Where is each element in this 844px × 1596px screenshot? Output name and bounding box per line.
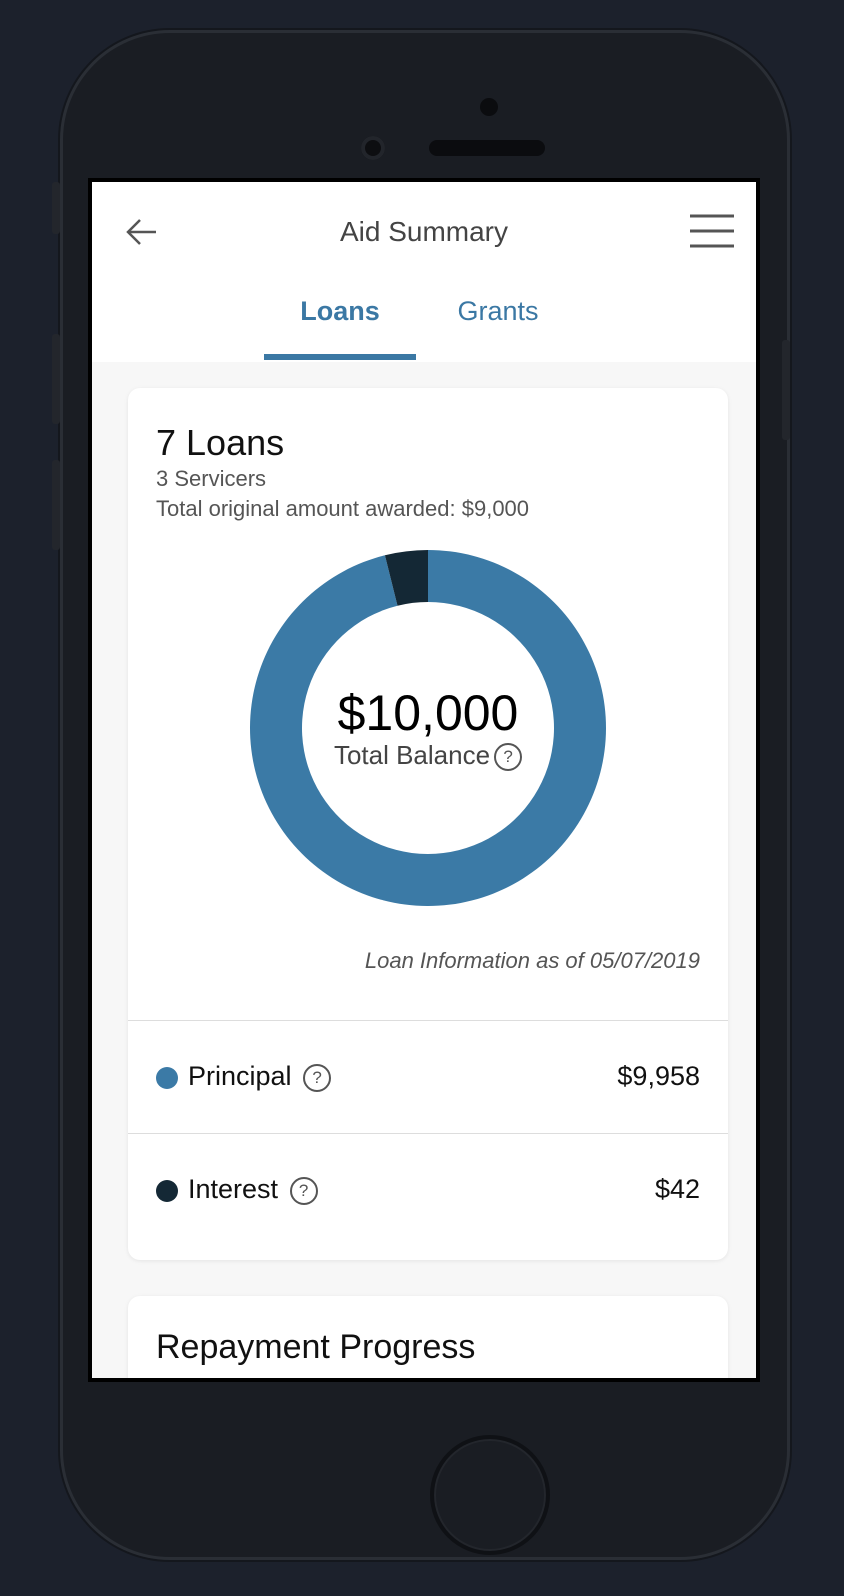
total-awarded: Total original amount awarded: $9,000: [156, 496, 530, 521]
total-balance-amount: $10,000: [337, 685, 519, 741]
repayment-progress-card[interactable]: Repayment Progress: [128, 1296, 728, 1378]
principal-value: $9,958: [617, 1061, 700, 1091]
volume-up-button: [52, 334, 60, 424]
help-icon[interactable]: ?: [289, 1176, 318, 1205]
page-title: Aid Summary: [339, 216, 509, 247]
interest-text: Interest: [188, 1174, 279, 1204]
hamburger-menu-icon[interactable]: [688, 212, 736, 252]
app-screen: Aid Summary Loans Grants 7 Loans 3 Servi…: [88, 178, 760, 1382]
volume-down-button: [52, 460, 60, 550]
principal-legend-dot: [156, 1067, 178, 1089]
interest-legend-dot: [156, 1180, 178, 1202]
loans-summary-card: 7 Loans 3 Servicers Total original amoun…: [128, 388, 728, 1260]
as-of-date: Loan Information as of 05/07/2019: [364, 948, 700, 973]
earpiece-speaker: [429, 140, 545, 156]
principal-text: Principal: [188, 1061, 292, 1091]
help-icon[interactable]: ?: [494, 743, 523, 772]
repayment-progress-title: Repayment Progress: [156, 1328, 476, 1366]
top-bar: Aid Summary Loans Grants: [92, 182, 756, 362]
interest-label: Interest ?: [188, 1174, 318, 1205]
interest-value: $42: [654, 1174, 700, 1204]
principal-label: Principal ?: [188, 1061, 332, 1092]
principal-row: Principal ? $9,958: [128, 1021, 728, 1133]
tab-loans[interactable]: Loans: [264, 296, 416, 327]
power-button: [782, 340, 790, 440]
mute-switch: [52, 182, 60, 234]
total-balance-text: Total Balance: [333, 740, 491, 770]
total-balance-label: Total Balance?: [128, 740, 728, 772]
active-tab-indicator: [264, 354, 416, 360]
interest-row: Interest ? $42: [128, 1134, 728, 1246]
tab-grants[interactable]: Grants: [438, 296, 558, 327]
help-icon[interactable]: ?: [303, 1063, 332, 1092]
front-camera: [361, 136, 385, 160]
loans-count: 7 Loans: [156, 422, 285, 463]
camera-dot: [480, 98, 498, 116]
home-button[interactable]: [430, 1435, 550, 1555]
servicers-count: 3 Servicers: [156, 466, 267, 491]
